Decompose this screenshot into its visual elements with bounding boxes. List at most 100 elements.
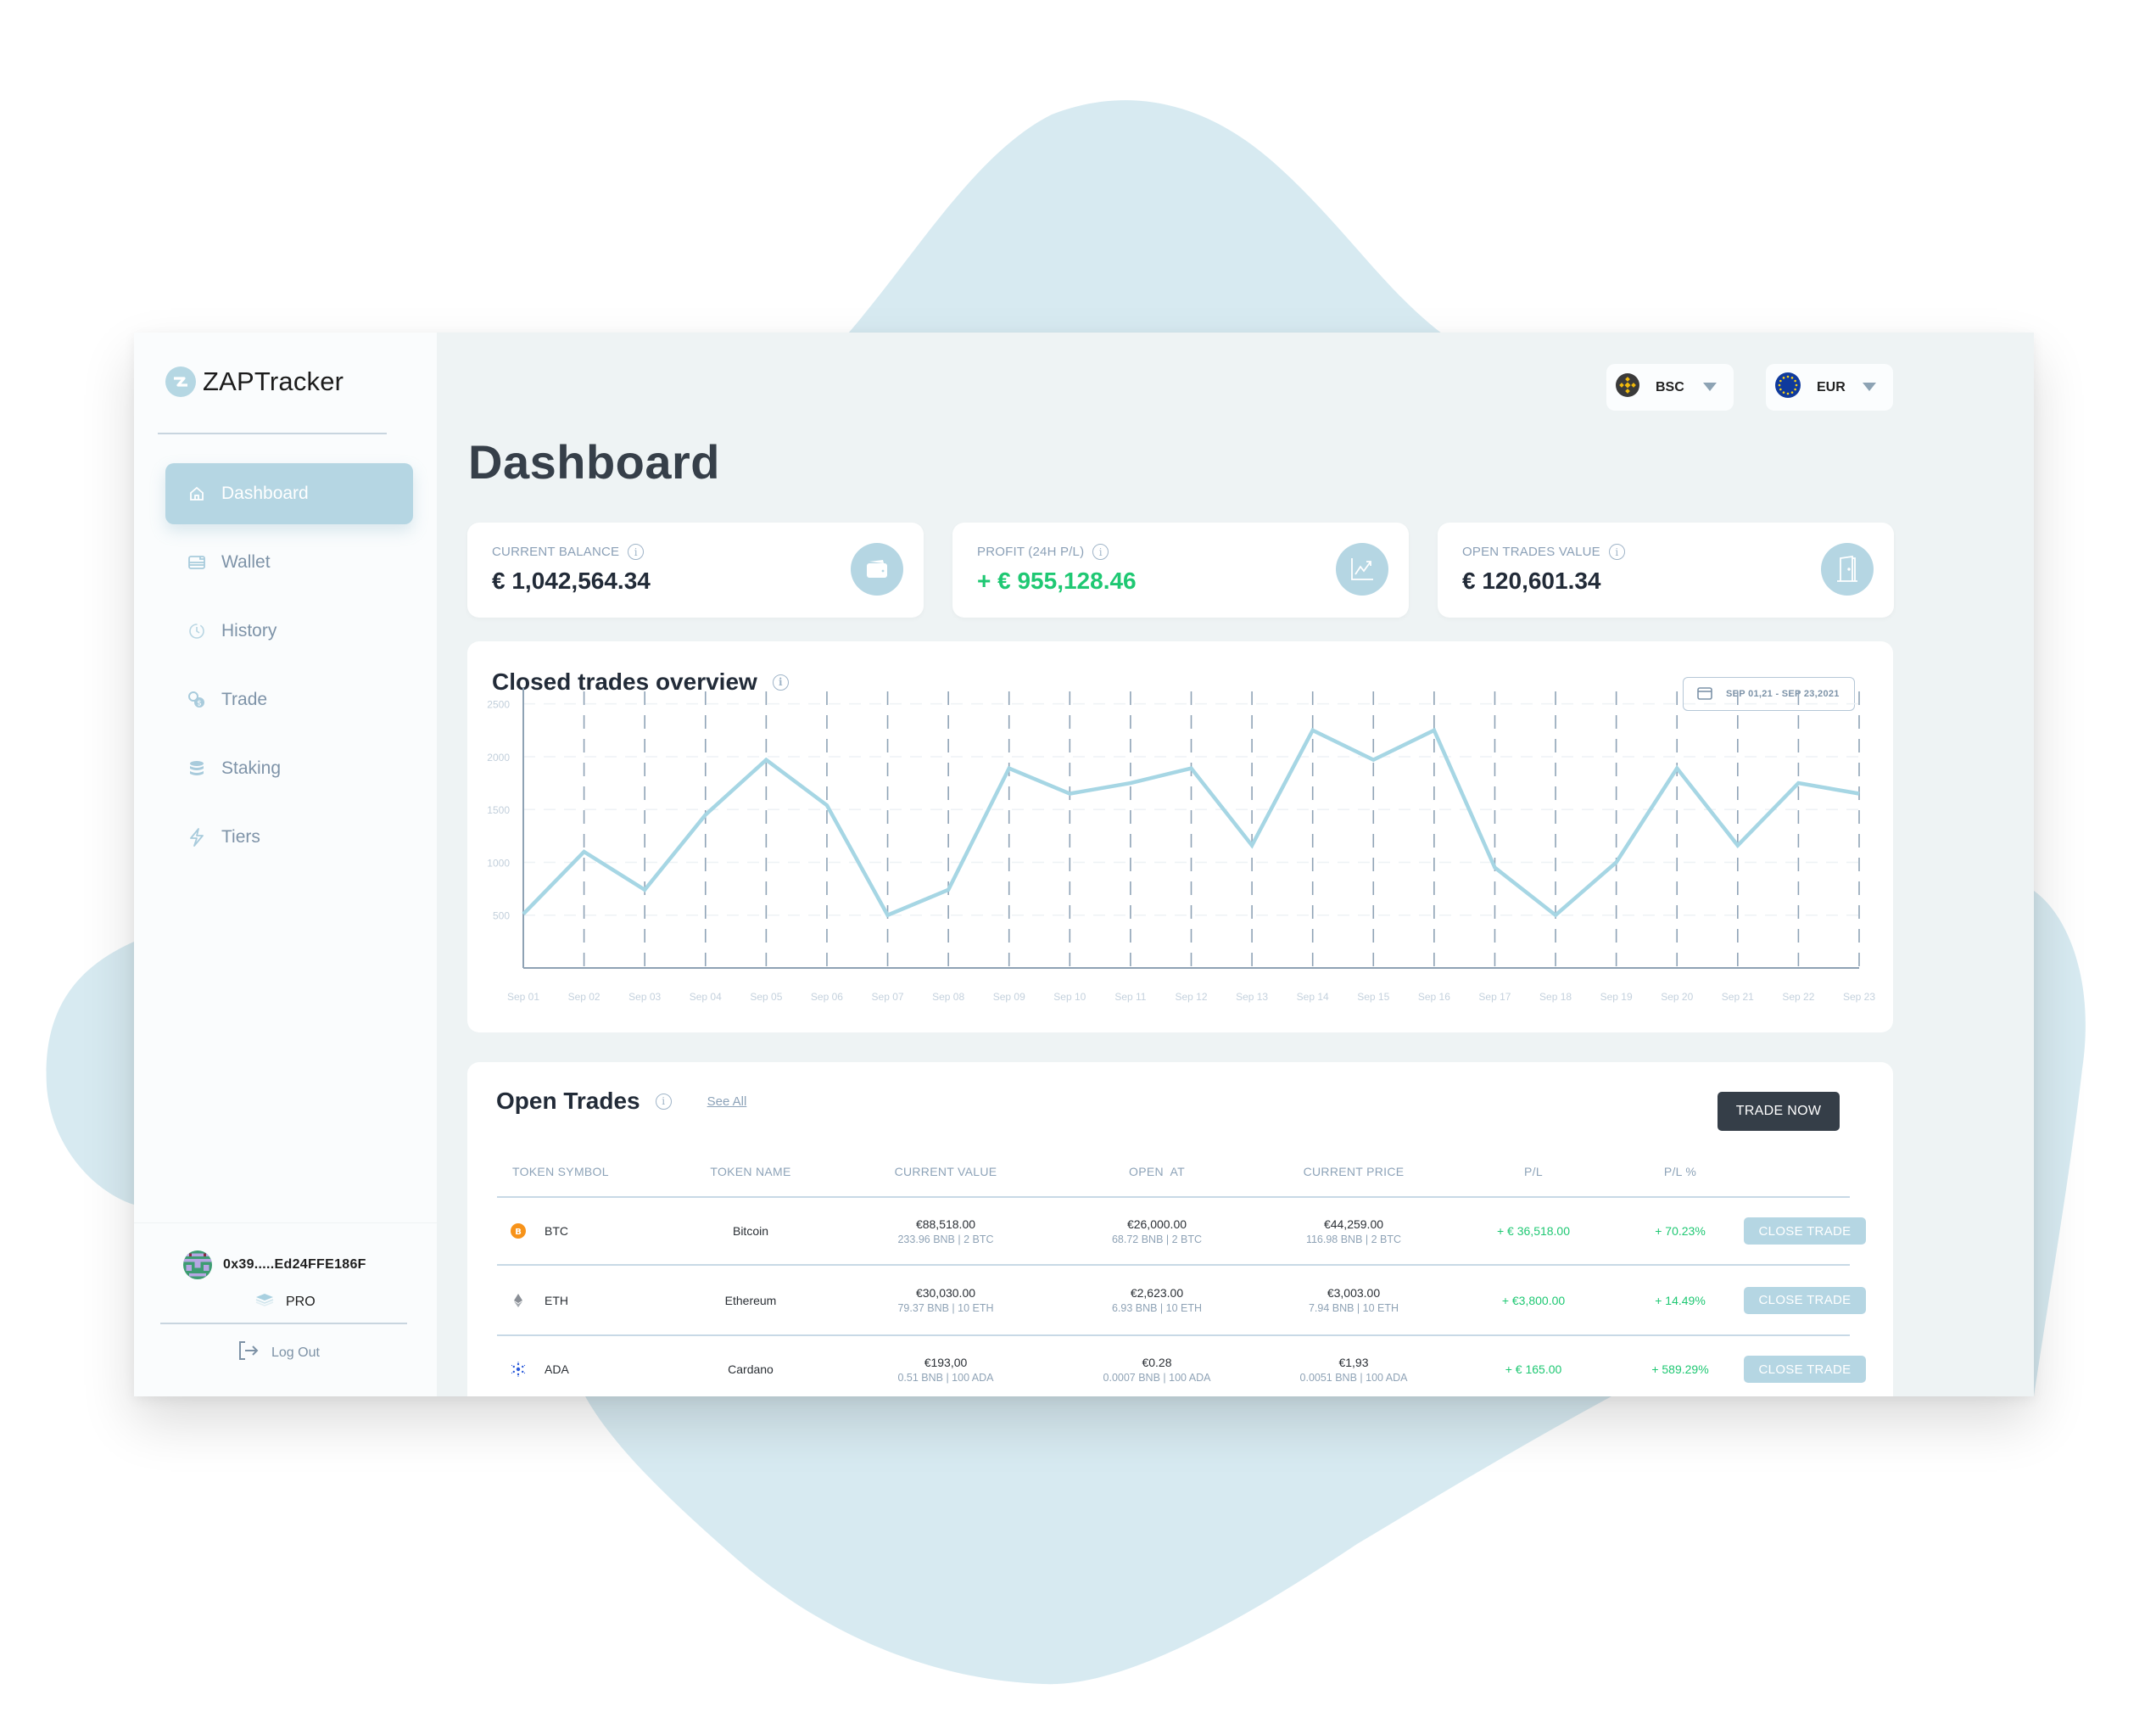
info-icon[interactable]: i	[628, 544, 645, 560]
logout-label: Log Out	[271, 1345, 320, 1360]
trade-now-button[interactable]: TRADE NOW	[1718, 1092, 1840, 1131]
open-at: €0.28	[1142, 1355, 1172, 1369]
token-name: Ethereum	[724, 1293, 777, 1307]
x-tick-label: Sep 17	[1478, 991, 1511, 1003]
stat-card-current-balance: CURRENT BALANCE i € 1,042,564.34	[467, 523, 924, 618]
info-icon[interactable]: i	[1092, 544, 1109, 560]
wallet-address: 0x39.....Ed24FFE186F	[223, 1257, 366, 1272]
stat-value: € 120,601.34	[1462, 568, 1601, 594]
sidebar-item-staking[interactable]: Staking	[165, 738, 413, 799]
logout-button[interactable]: Log Out	[237, 1340, 320, 1365]
layers-icon	[255, 1293, 274, 1311]
current-value-sub: 233.96 BNB | 2 BTC	[897, 1233, 994, 1245]
stat-label: PROFIT (24H P/L)	[977, 545, 1085, 559]
account-info[interactable]: 0x39.....Ed24FFE186F	[183, 1250, 366, 1279]
stack-icon	[187, 759, 206, 778]
currency-value: EUR	[1817, 379, 1846, 394]
y-tick-label: 2500	[487, 699, 510, 711]
divider	[158, 433, 387, 434]
close-trade-button[interactable]: CLOSE TRADE	[1744, 1217, 1866, 1245]
profit-loss-percent: + 589.29%	[1651, 1362, 1709, 1376]
closed-trades-chart-card: Closed trades overview i SEP 01,21 - SEP…	[467, 641, 1893, 1032]
line-chart: 500 1000 1500 2000 2500 Sep 01 Sep 02 Sep 03 Sep…	[487, 688, 1875, 1003]
chain-value: BSC	[1656, 379, 1684, 394]
page-title: Dashboard	[468, 435, 720, 489]
token-symbol: ETH	[545, 1293, 568, 1307]
column-header[interactable]: CURRENT PRICE	[1257, 1165, 1450, 1178]
chevron-down-icon	[1703, 383, 1717, 391]
open-at: €26,000.00	[1126, 1217, 1187, 1231]
open-at-sub: 0.0007 BNB | 100 ADA	[1103, 1371, 1211, 1384]
token-symbol: ADA	[545, 1362, 569, 1376]
logout-icon	[237, 1340, 260, 1365]
sidebar-item-trade[interactable]: $ Trade	[165, 669, 413, 730]
profit-loss: + € 36,518.00	[1496, 1224, 1571, 1238]
table-row: ADA Cardano €193,00 0.51 BNB | 100 ADA €0…	[497, 1336, 1866, 1396]
x-tick-label: Sep 05	[750, 991, 782, 1003]
app-window: ZAPTracker Dashboard Wallet History $ Tr…	[134, 333, 2034, 1396]
chain-selector[interactable]: BSC	[1606, 364, 1734, 411]
sidebar-item-label: Tiers	[221, 827, 260, 847]
x-tick-label: Sep 14	[1297, 991, 1329, 1003]
svg-text:$: $	[197, 700, 202, 708]
sidebar-item-history[interactable]: History	[165, 601, 413, 662]
svg-text:B: B	[515, 1228, 522, 1236]
avatar	[183, 1250, 212, 1279]
sidebar-item-label: Trade	[221, 690, 268, 709]
divider	[160, 1323, 407, 1324]
app-name: ZAPTracker	[203, 366, 344, 396]
column-header[interactable]: OPEN AT	[1057, 1165, 1257, 1178]
open-trades-card: Open Trades i See All TRADE NOW TOKEN SY…	[467, 1062, 1893, 1396]
home-icon	[187, 484, 206, 503]
column-header[interactable]: CURRENT VALUE	[835, 1165, 1057, 1178]
stat-label: CURRENT BALANCE	[492, 545, 620, 559]
current-price-sub: 7.94 BNB | 10 ETH	[1308, 1302, 1399, 1314]
column-header[interactable]: P/L %	[1617, 1165, 1744, 1178]
sidebar-item-wallet[interactable]: Wallet	[165, 532, 413, 593]
info-icon[interactable]: i	[1608, 544, 1625, 560]
clock-icon	[187, 622, 206, 641]
stat-value: + € 955,128.46	[977, 568, 1137, 594]
stat-label: OPEN TRADES VALUE	[1462, 545, 1600, 559]
open-at-sub: 68.72 BNB | 2 BTC	[1111, 1233, 1203, 1245]
profit-loss-percent: + 70.23%	[1655, 1224, 1706, 1238]
sidebar-item-tiers[interactable]: Tiers	[165, 807, 413, 868]
table-header: TOKEN SYMBOL TOKEN NAME CURRENT VALUE OP…	[497, 1147, 1850, 1198]
column-header[interactable]: TOKEN NAME	[667, 1165, 835, 1178]
y-tick-label: 2000	[487, 752, 510, 764]
column-header[interactable]: TOKEN SYMBOL	[497, 1165, 667, 1178]
zap-logo-icon	[165, 366, 196, 397]
trending-up-icon	[1336, 543, 1388, 596]
current-price-sub: 0.0051 BNB | 100 ADA	[1299, 1371, 1408, 1384]
coins-icon: $	[187, 691, 206, 709]
app-logo[interactable]: ZAPTracker	[165, 366, 344, 397]
x-tick-label: Sep 23	[1843, 991, 1875, 1003]
profit-loss: + €3,800.00	[1501, 1293, 1566, 1307]
lightning-icon	[187, 828, 206, 847]
currency-selector[interactable]: EUR	[1766, 364, 1893, 411]
table-row: B BTC Bitcoin €88,518.00 233.96 BNB | 2 B…	[497, 1198, 1866, 1266]
x-tick-label: Sep 07	[872, 991, 904, 1003]
x-tick-label: Sep 20	[1661, 991, 1693, 1003]
x-tick-label: Sep 06	[811, 991, 843, 1003]
x-tick-label: Sep 13	[1236, 991, 1268, 1003]
sidebar-item-dashboard[interactable]: Dashboard	[165, 463, 413, 524]
open-trades-table: TOKEN SYMBOL TOKEN NAME CURRENT VALUE OP…	[497, 1147, 1866, 1396]
close-trade-button[interactable]: CLOSE TRADE	[1744, 1356, 1866, 1383]
current-value-sub: 0.51 BNB | 100 ADA	[897, 1371, 994, 1384]
current-price-sub: 116.98 BNB | 2 BTC	[1305, 1233, 1402, 1245]
info-icon[interactable]: i	[655, 1093, 672, 1110]
x-tick-label: Sep 01	[507, 991, 539, 1003]
x-tick-label: Sep 22	[1782, 991, 1814, 1003]
column-header[interactable]: P/L	[1450, 1165, 1617, 1178]
token-symbol: BTC	[545, 1224, 568, 1238]
x-tick-label: Sep 08	[932, 991, 964, 1003]
wallet-icon	[187, 553, 206, 572]
current-value: €30,030.00	[915, 1286, 976, 1300]
close-trade-button[interactable]: CLOSE TRADE	[1744, 1286, 1866, 1314]
chevron-down-icon	[1863, 383, 1876, 391]
eu-flag-icon	[1774, 372, 1801, 403]
current-value: €193,00	[924, 1355, 968, 1369]
see-all-link[interactable]: See All	[707, 1094, 747, 1109]
y-tick-label: 1000	[487, 857, 510, 869]
